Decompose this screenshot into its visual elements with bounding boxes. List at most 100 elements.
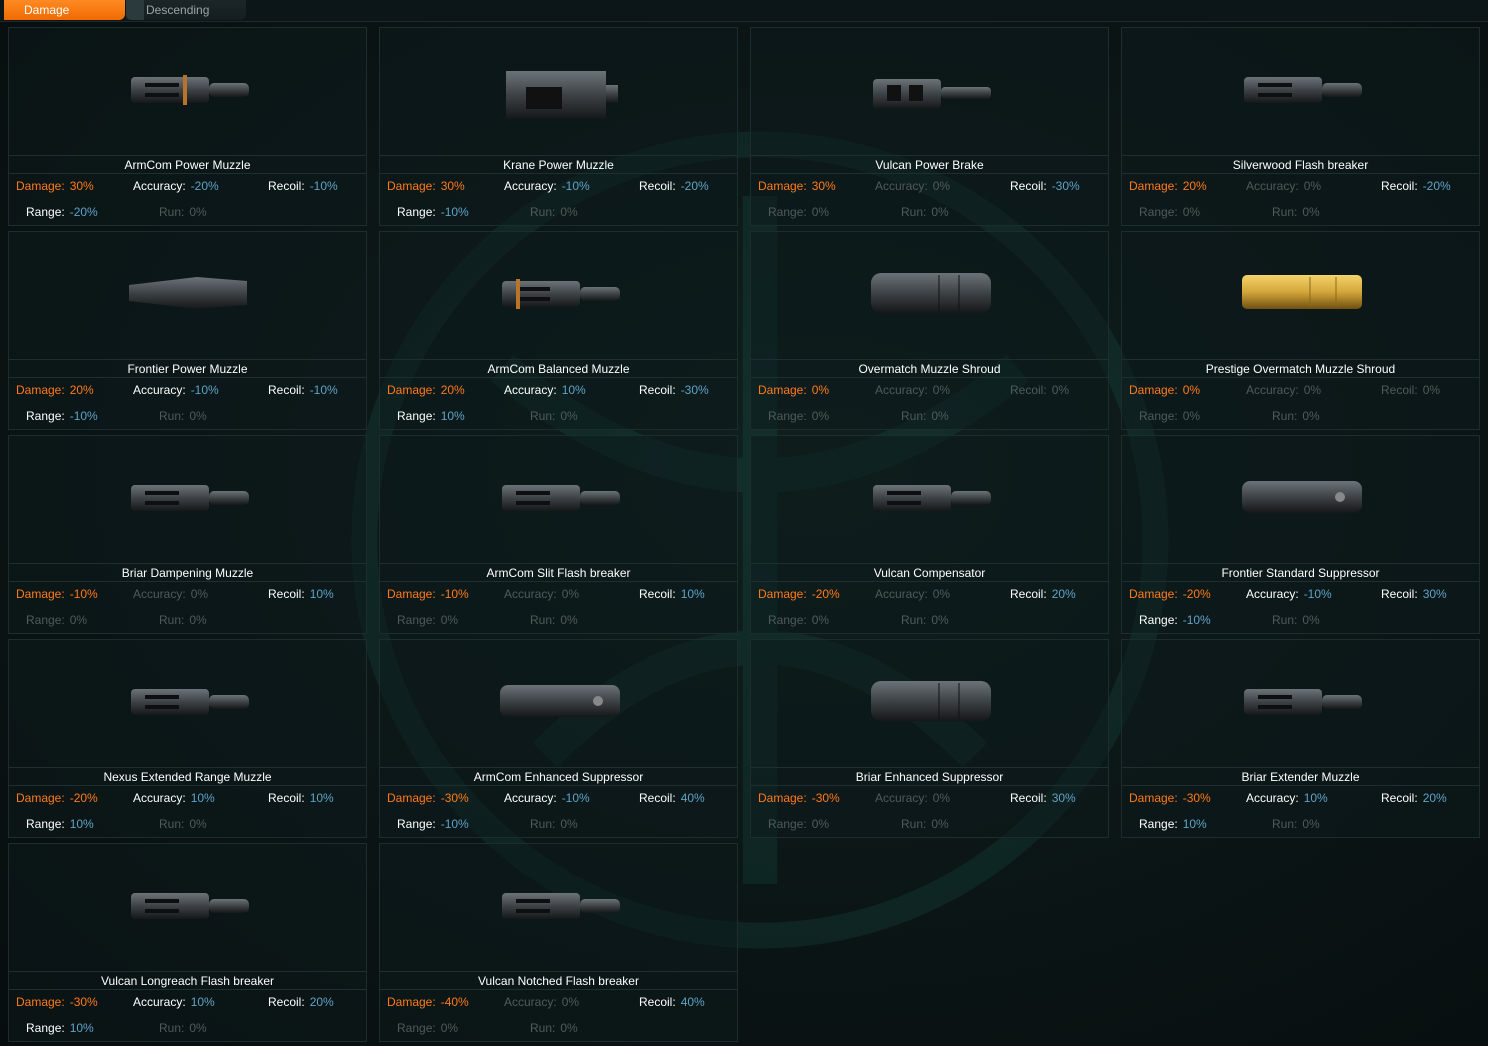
sort-by-damage-tab[interactable]: Damage bbox=[4, 0, 125, 20]
damage-stat-label: Damage: bbox=[758, 587, 807, 601]
recoil-stat-value: -20% bbox=[1422, 179, 1451, 193]
range-stat-label: Range: bbox=[397, 613, 436, 627]
recoil-stat-value: 30% bbox=[1422, 587, 1447, 601]
range-stat-label: Range: bbox=[26, 817, 65, 831]
damage-stat-label: Damage: bbox=[1129, 587, 1178, 601]
accuracy-stat-label: Accuracy: bbox=[1246, 791, 1299, 805]
sort-order-tab[interactable]: Descending bbox=[126, 0, 246, 20]
range-stat-value: -10% bbox=[1182, 613, 1211, 627]
fat-suppressor-icon bbox=[751, 640, 1108, 766]
range-stat-label: Range: bbox=[1139, 409, 1178, 423]
damage-stat: Damage: 30% bbox=[16, 179, 94, 193]
damage-stat: Damage: -20% bbox=[758, 587, 840, 601]
range-stat: Range: 10% bbox=[1139, 817, 1207, 831]
attachment-card[interactable]: Silverwood Flash breaker Damage: 20% Accura… bbox=[1121, 27, 1480, 226]
muzzle-balanced-icon bbox=[380, 232, 737, 358]
damage-stat-value: -20% bbox=[69, 791, 98, 805]
run-stat-value: 0% bbox=[560, 817, 578, 831]
damage-stat: Damage: -30% bbox=[1129, 791, 1211, 805]
recoil-stat-value: 0% bbox=[1051, 383, 1070, 397]
run-stat-label: Run: bbox=[901, 817, 927, 831]
run-stat: Run: 0% bbox=[901, 409, 949, 423]
range-stat-value: 0% bbox=[811, 409, 830, 423]
attachment-card[interactable]: Vulcan Power Brake Damage: 30% Accuracy: 0% R… bbox=[750, 27, 1109, 226]
accuracy-stat: Accuracy: 10% bbox=[133, 995, 215, 1009]
run-stat: Run: 0% bbox=[901, 817, 949, 831]
range-stat-label: Range: bbox=[397, 817, 436, 831]
accuracy-stat: Accuracy: 10% bbox=[133, 791, 215, 805]
damage-stat-label: Damage: bbox=[387, 995, 436, 1009]
run-stat: Run: 0% bbox=[530, 1021, 578, 1035]
recoil-stat: Recoil: -20% bbox=[1381, 179, 1451, 193]
damage-stat: Damage: 20% bbox=[387, 383, 465, 397]
range-stat-label: Range: bbox=[1139, 613, 1178, 627]
attachment-name: Briar Dampening Muzzle bbox=[9, 563, 366, 582]
attachment-card[interactable]: Vulcan Notched Flash breaker Damage: -40% A… bbox=[379, 843, 738, 1042]
recoil-stat-value: 20% bbox=[1051, 587, 1076, 601]
attachment-card[interactable]: ArmCom Slit Flash breaker Damage: -10% Accu… bbox=[379, 435, 738, 634]
accuracy-stat: Accuracy: 0% bbox=[133, 587, 208, 601]
recoil-stat-label: Recoil: bbox=[268, 995, 305, 1009]
muzzle-cone-icon bbox=[9, 232, 366, 358]
damage-stat-value: 20% bbox=[1182, 179, 1207, 193]
range-stat-label: Range: bbox=[26, 613, 65, 627]
attachment-card[interactable]: Krane Power Muzzle Damage: 30% Accuracy: -10… bbox=[379, 27, 738, 226]
recoil-stat: Recoil: 30% bbox=[1381, 587, 1447, 601]
accuracy-stat: Accuracy: 10% bbox=[1246, 791, 1328, 805]
range-stat-value: 0% bbox=[440, 613, 459, 627]
range-stat: Range: 0% bbox=[397, 1021, 458, 1035]
range-stat-label: Range: bbox=[768, 613, 807, 627]
recoil-stat-label: Recoil: bbox=[268, 791, 305, 805]
run-stat-label: Run: bbox=[1272, 613, 1298, 627]
attachment-card[interactable]: Prestige Overmatch Muzzle Shroud Damage: 0… bbox=[1121, 231, 1480, 430]
flash-breaker-icon bbox=[9, 436, 366, 562]
attachment-card[interactable]: Briar Extender Muzzle Damage: -30% Accuracy… bbox=[1121, 639, 1480, 838]
damage-stat: Damage: -40% bbox=[387, 995, 469, 1009]
attachment-card[interactable]: Overmatch Muzzle Shroud Damage: 0% Accuracy… bbox=[750, 231, 1109, 430]
accuracy-stat-label: Accuracy: bbox=[504, 179, 557, 193]
run-stat-label: Run: bbox=[159, 817, 185, 831]
attachment-card[interactable]: Vulcan Longreach Flash breaker Damage: -30… bbox=[8, 843, 367, 1042]
attachment-card[interactable]: Nexus Extended Range Muzzle Damage: -20% Ac… bbox=[8, 639, 367, 838]
recoil-stat-label: Recoil: bbox=[268, 179, 305, 193]
accuracy-stat: Accuracy: 0% bbox=[504, 995, 579, 1009]
attachment-card[interactable]: ArmCom Balanced Muzzle Damage: 20% Accuracy… bbox=[379, 231, 738, 430]
attachment-card[interactable]: Briar Dampening Muzzle Damage: -10% Accurac… bbox=[8, 435, 367, 634]
range-stat-label: Range: bbox=[768, 205, 807, 219]
run-stat: Run: 0% bbox=[1272, 409, 1320, 423]
range-stat-value: 10% bbox=[69, 817, 94, 831]
attachment-name: Vulcan Longreach Flash breaker bbox=[9, 971, 366, 990]
accuracy-stat: Accuracy: 0% bbox=[875, 383, 950, 397]
run-stat: Run: 0% bbox=[530, 817, 578, 831]
attachment-card[interactable]: Frontier Standard Suppressor Damage: -20% A… bbox=[1121, 435, 1480, 634]
recoil-stat-value: 20% bbox=[309, 995, 334, 1009]
attachment-name: Prestige Overmatch Muzzle Shroud bbox=[1122, 359, 1479, 378]
attachment-name: ArmCom Power Muzzle bbox=[9, 155, 366, 174]
accuracy-stat: Accuracy: 0% bbox=[875, 791, 950, 805]
recoil-stat: Recoil: 0% bbox=[1010, 383, 1069, 397]
damage-stat-label: Damage: bbox=[16, 995, 65, 1009]
damage-stat-value: 20% bbox=[440, 383, 465, 397]
accuracy-stat-label: Accuracy: bbox=[133, 383, 186, 397]
range-stat: Range: -10% bbox=[397, 205, 469, 219]
recoil-stat-label: Recoil: bbox=[1381, 587, 1418, 601]
accuracy-stat-label: Accuracy: bbox=[1246, 587, 1299, 601]
attachment-card[interactable]: Vulcan Compensator Damage: -20% Accuracy: 0%… bbox=[750, 435, 1109, 634]
range-stat-label: Range: bbox=[397, 205, 436, 219]
attachment-card[interactable]: Briar Enhanced Suppressor Damage: -30% Accu… bbox=[750, 639, 1109, 838]
damage-stat: Damage: -30% bbox=[758, 791, 840, 805]
attachment-card[interactable]: ArmCom Power Muzzle Damage: 30% Accuracy: -2… bbox=[8, 27, 367, 226]
range-stat: Range: 0% bbox=[397, 613, 458, 627]
recoil-stat: Recoil: -20% bbox=[639, 179, 709, 193]
attachment-card[interactable]: Frontier Power Muzzle Damage: 20% Accuracy:… bbox=[8, 231, 367, 430]
damage-stat-label: Damage: bbox=[387, 587, 436, 601]
accuracy-stat-label: Accuracy: bbox=[875, 179, 928, 193]
accuracy-stat-value: 0% bbox=[561, 995, 580, 1009]
damage-stat-value: 30% bbox=[440, 179, 465, 193]
attachment-card[interactable]: ArmCom Enhanced Suppressor Damage: -30% Acc… bbox=[379, 639, 738, 838]
run-stat-value: 0% bbox=[189, 1021, 207, 1035]
attachment-name: ArmCom Slit Flash breaker bbox=[380, 563, 737, 582]
range-stat-value: 0% bbox=[69, 613, 88, 627]
range-stat-value: 0% bbox=[811, 205, 830, 219]
muzzle-box-icon bbox=[380, 28, 737, 154]
